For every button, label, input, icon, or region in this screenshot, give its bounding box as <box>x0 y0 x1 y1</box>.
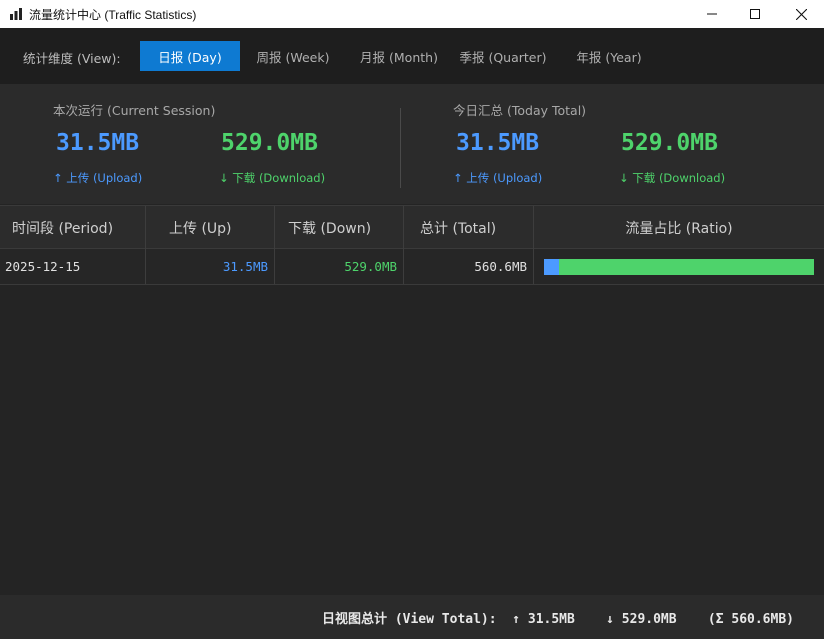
maximize-button[interactable] <box>732 0 778 28</box>
table-header: 时间段 (Period) 上传 (Up) 下载 (Down) 总计 (Total… <box>0 205 824 249</box>
session-upload-value: 31.5MB <box>56 130 140 156</box>
window-title: 流量统计中心 (Traffic Statistics) <box>29 8 197 22</box>
view-label: 统计维度 (View): <box>23 51 121 66</box>
session-title: 本次运行 (Current Session) <box>53 103 216 118</box>
tab-year[interactable]: 年报 (Year) <box>566 41 652 71</box>
session-download-label: ↓ 下载 (Download) <box>219 171 326 185</box>
table-row[interactable]: 2025-12-15 31.5MB 529.0MB 560.6MB <box>0 249 824 285</box>
stats-panel: 本次运行 (Current Session) 31.5MB 529.0MB ↑ … <box>0 84 824 204</box>
tab-day[interactable]: 日报 (Day) <box>140 41 240 71</box>
header-up[interactable]: 上传 (Up) <box>146 206 275 249</box>
tab-quarter[interactable]: 季报 (Quarter) <box>452 41 554 71</box>
session-download-value: 529.0MB <box>221 130 318 156</box>
today-download-label: ↓ 下载 (Download) <box>619 171 726 185</box>
today-download-value: 529.0MB <box>621 130 718 156</box>
ratio-bar-upload <box>544 259 560 275</box>
title-bar: 流量统计中心 (Traffic Statistics) <box>0 0 824 28</box>
tab-week[interactable]: 周报 (Week) <box>246 41 340 71</box>
header-total[interactable]: 总计 (Total) <box>404 206 534 249</box>
header-period[interactable]: 时间段 (Period) <box>0 206 146 249</box>
cell-total: 560.6MB <box>404 249 534 284</box>
stats-divider <box>400 108 401 188</box>
tab-month[interactable]: 月报 (Month) <box>350 41 448 71</box>
today-upload-value: 31.5MB <box>456 130 540 156</box>
close-button[interactable] <box>778 0 824 28</box>
session-upload-label: ↑ 上传 (Upload) <box>53 171 143 185</box>
cell-down: 529.0MB <box>275 249 404 284</box>
status-footer: 日视图总计 (View Total): ↑ 31.5MB ↓ 529.0MB (… <box>0 595 824 639</box>
ratio-bar <box>544 259 814 275</box>
ratio-bar-download <box>559 259 814 275</box>
cell-period: 2025-12-15 <box>0 249 146 284</box>
close-icon <box>795 8 807 20</box>
header-down[interactable]: 下载 (Down) <box>275 206 404 249</box>
today-title: 今日汇总 (Today Total) <box>453 103 587 118</box>
app-icon <box>10 8 22 20</box>
today-upload-label: ↑ 上传 (Upload) <box>453 171 543 185</box>
view-total-summary: 日视图总计 (View Total): ↑ 31.5MB ↓ 529.0MB (… <box>322 612 794 627</box>
minimize-icon <box>707 13 717 15</box>
header-ratio[interactable]: 流量占比 (Ratio) <box>534 206 824 249</box>
view-toolbar: 统计维度 (View): 日报 (Day) 周报 (Week) 月报 (Mont… <box>0 28 824 84</box>
cell-up: 31.5MB <box>146 249 275 284</box>
maximize-icon <box>750 9 760 19</box>
minimize-button[interactable] <box>689 0 735 28</box>
